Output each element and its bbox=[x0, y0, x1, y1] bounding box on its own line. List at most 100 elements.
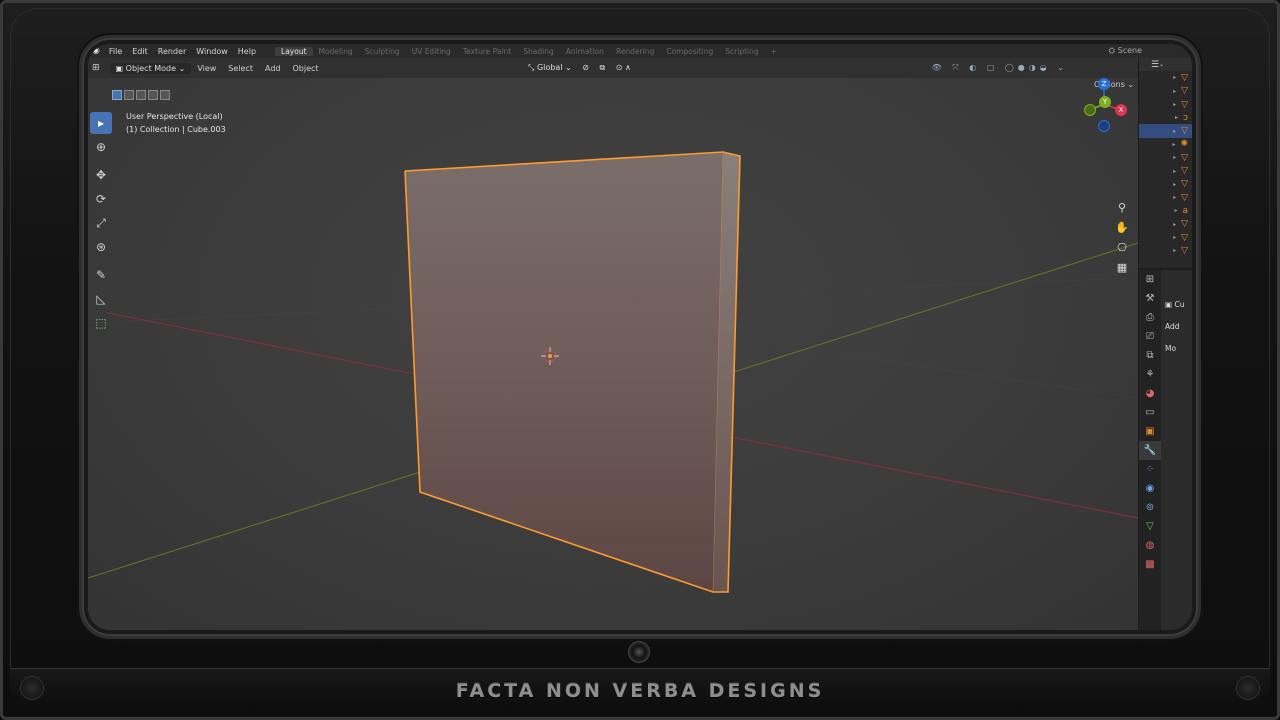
cursor-tool-icon[interactable]: ⊕ bbox=[90, 136, 112, 158]
list-item[interactable]: ▸ ▽ bbox=[1139, 164, 1192, 177]
gizmo-y-axis[interactable]: Y bbox=[1099, 96, 1111, 108]
menu-window[interactable]: Window bbox=[191, 47, 233, 56]
mode-label: Object Mode bbox=[125, 63, 177, 73]
blender-logo-icon[interactable]: ◉ bbox=[88, 46, 104, 56]
select-new-icon[interactable] bbox=[112, 90, 122, 100]
tab-animation[interactable]: Animation bbox=[560, 47, 610, 56]
menu-file[interactable]: File bbox=[104, 47, 127, 56]
list-item[interactable]: ▸ ▽ bbox=[1139, 85, 1192, 98]
tab-scripting[interactable]: Scripting bbox=[719, 47, 764, 56]
snap-icon[interactable]: ⧉ bbox=[600, 63, 606, 72]
zoom-icon[interactable]: ⚲ bbox=[1114, 200, 1130, 216]
move-tool-icon[interactable]: ✥ bbox=[90, 164, 112, 186]
tab-sculpting[interactable]: Sculpting bbox=[359, 47, 406, 56]
list-item-selected[interactable]: ▸ ▽ bbox=[1139, 124, 1192, 138]
viewport-shading-icons[interactable]: 👁 ⤧ ◐ ▢ ◯●◑◒ ⌄ bbox=[932, 63, 1068, 73]
gizmo-z-axis[interactable]: Z bbox=[1098, 78, 1110, 90]
list-item[interactable]: ▸ ▽ bbox=[1139, 218, 1192, 231]
editor-type-icon[interactable]: ⊞ bbox=[88, 63, 104, 73]
3d-viewport[interactable]: User Perspective (Local) (1) Collection … bbox=[88, 78, 1138, 630]
transform-tool-icon[interactable]: ⊛ bbox=[90, 236, 112, 258]
tab-modeling[interactable]: Modeling bbox=[313, 47, 359, 56]
list-item[interactable]: ▸ ↄ bbox=[1139, 111, 1192, 124]
particles-icon[interactable]: ⁘ bbox=[1139, 460, 1161, 479]
output-icon[interactable]: ⎚ bbox=[1139, 327, 1161, 346]
object-name-field[interactable]: ▣ Cu bbox=[1165, 294, 1192, 316]
outliner-header[interactable]: ☰ ⌄ bbox=[1139, 58, 1192, 72]
tab-uv-editing[interactable]: UV Editing bbox=[406, 47, 457, 56]
world-icon[interactable]: ◕ bbox=[1139, 384, 1161, 403]
collection-icon[interactable]: ▭ bbox=[1139, 403, 1161, 422]
mesh-icon: ▽ bbox=[1181, 126, 1188, 137]
ortho-grid-icon[interactable]: ▦ bbox=[1114, 260, 1130, 276]
gizmo-neg-z-axis[interactable] bbox=[1098, 120, 1110, 132]
select-extend-icon[interactable] bbox=[124, 90, 134, 100]
render-icon[interactable]: ⎙ bbox=[1139, 308, 1161, 327]
collection-info: (1) Collection | Cube.003 bbox=[126, 125, 226, 134]
scene-selector[interactable]: ⛭ Scene bbox=[1109, 46, 1142, 56]
data-icon[interactable]: ▽ bbox=[1139, 517, 1161, 536]
mesh-icon: ▽ bbox=[1181, 179, 1188, 190]
proportional-editing-icon[interactable]: ⊙ ∧ bbox=[616, 63, 631, 72]
selected-object-cube-003 bbox=[404, 151, 741, 593]
mesh-icon: ▽ bbox=[1181, 166, 1188, 177]
add-modifier-button[interactable]: Add Mo bbox=[1165, 316, 1192, 360]
properties-panel: ⊞ ⚒ ⎙ ⎚ ⧉ ⚘ ◕ ▭ ▣ 🔧 ⁘ ◉ ⊚ ▽ ◍ ▩ ▣ Cu Add… bbox=[1138, 268, 1192, 630]
select-intersect-icon[interactable] bbox=[160, 90, 170, 100]
list-item[interactable]: ▸ ▽ bbox=[1139, 71, 1192, 84]
transform-orientation-icon: ⤡ bbox=[528, 63, 537, 72]
scene-icon[interactable]: ⚘ bbox=[1139, 365, 1161, 384]
tab-compositing[interactable]: Compositing bbox=[660, 47, 719, 56]
navigation-gizmo[interactable]: Z X Y bbox=[1080, 74, 1130, 134]
annotate-tool-icon[interactable]: ✎ bbox=[90, 264, 112, 286]
view-layer-icon[interactable]: ⧉ bbox=[1139, 346, 1161, 365]
add-workspace-button[interactable]: + bbox=[765, 47, 783, 56]
list-item[interactable]: ▸ ▽ bbox=[1139, 244, 1192, 257]
menu-select[interactable]: Select bbox=[222, 64, 259, 73]
tab-layout[interactable]: Layout bbox=[275, 46, 313, 56]
pan-hand-icon[interactable]: ✋ bbox=[1114, 220, 1130, 236]
pivot-icon[interactable]: ⊘ bbox=[582, 63, 589, 72]
tool-shelf: ▸ ⊕ ✥ ⟳ ⤢ ⊛ ✎ ◺ ⬚ bbox=[90, 112, 114, 336]
editor-type-icon[interactable]: ⊞ bbox=[1139, 270, 1161, 289]
curve-icon: ↄ bbox=[1183, 112, 1188, 123]
scale-tool-icon[interactable]: ⤢ bbox=[90, 212, 112, 234]
list-item[interactable]: ▸ ✺ bbox=[1139, 138, 1192, 151]
gizmo-x-axis[interactable]: X bbox=[1115, 104, 1127, 116]
tab-texture-paint[interactable]: Texture Paint bbox=[457, 47, 517, 56]
tab-shading[interactable]: Shading bbox=[517, 47, 559, 56]
list-item[interactable]: ▸ ▽ bbox=[1139, 231, 1192, 244]
add-cube-tool-icon[interactable]: ⬚ bbox=[90, 312, 112, 334]
texture-icon[interactable]: ▩ bbox=[1139, 555, 1161, 574]
rotate-tool-icon[interactable]: ⟳ bbox=[90, 188, 112, 210]
tab-rendering[interactable]: Rendering bbox=[610, 47, 660, 56]
menu-add[interactable]: Add bbox=[259, 64, 287, 73]
menu-object[interactable]: Object bbox=[286, 64, 324, 73]
constraints-icon[interactable]: ⊚ bbox=[1139, 498, 1161, 517]
select-subtract-icon[interactable] bbox=[136, 90, 146, 100]
light-icon: ✺ bbox=[1180, 139, 1188, 150]
material-icon[interactable]: ◍ bbox=[1139, 536, 1161, 555]
menu-edit[interactable]: Edit bbox=[127, 47, 153, 56]
mode-dropdown[interactable]: ▣ Object Mode ⌄ bbox=[109, 62, 192, 74]
select-mode-buttons[interactable] bbox=[112, 90, 170, 100]
scene-icon: ⛭ bbox=[1108, 46, 1118, 55]
list-item[interactable]: ▸ ▽ bbox=[1139, 151, 1192, 164]
orientation-dropdown[interactable]: ⤡ Global ⌄ ⊘ ⧉ ⊙ ∧ bbox=[528, 63, 631, 73]
modifier-wrench-icon[interactable]: 🔧 bbox=[1139, 441, 1161, 460]
select-box-tool-icon[interactable]: ▸ bbox=[90, 112, 112, 134]
list-item[interactable]: ▸ ▽ bbox=[1139, 178, 1192, 191]
physics-icon[interactable]: ◉ bbox=[1139, 479, 1161, 498]
list-item[interactable]: ▸ ▽ bbox=[1139, 98, 1192, 111]
gizmo-neg-y-axis[interactable] bbox=[1084, 104, 1096, 116]
menu-help[interactable]: Help bbox=[233, 47, 261, 56]
list-item[interactable]: ▸ ▽ bbox=[1139, 191, 1192, 204]
select-invert-icon[interactable] bbox=[148, 90, 158, 100]
menu-render[interactable]: Render bbox=[153, 47, 191, 56]
menu-view[interactable]: View bbox=[191, 64, 222, 73]
object-icon[interactable]: ▣ bbox=[1139, 422, 1161, 441]
measure-tool-icon[interactable]: ◺ bbox=[90, 288, 112, 310]
camera-view-icon[interactable]: ⎔ bbox=[1114, 240, 1130, 256]
list-item[interactable]: ▸ a bbox=[1139, 204, 1192, 217]
tool-settings-icon[interactable]: ⚒ bbox=[1139, 289, 1161, 308]
